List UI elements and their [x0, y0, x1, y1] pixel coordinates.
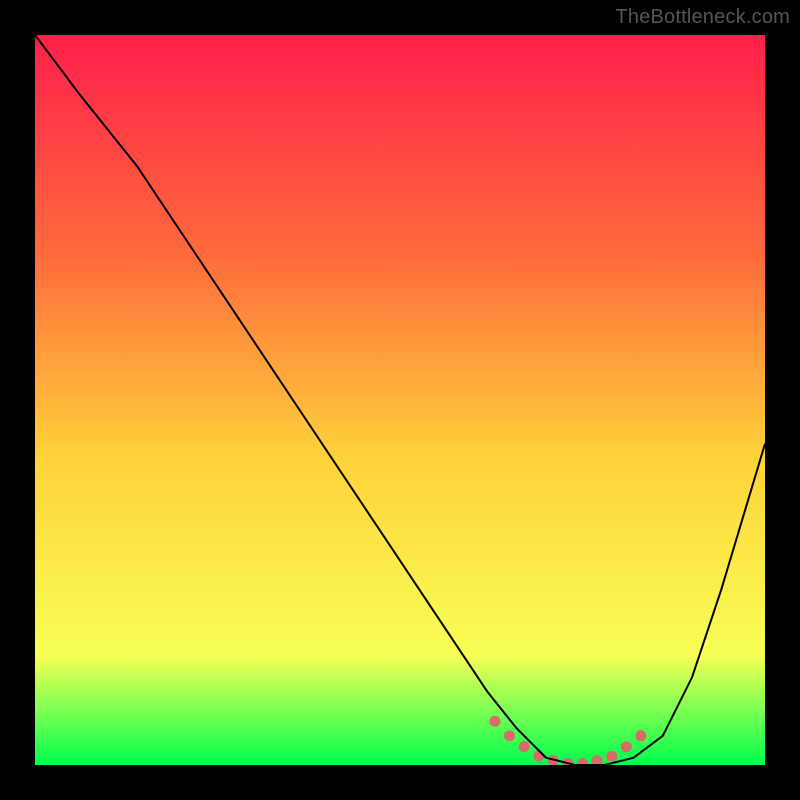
- trough-dot: [533, 751, 544, 762]
- trough-dot: [621, 741, 632, 752]
- trough-dot: [635, 730, 646, 741]
- chart-frame: TheBottleneck.com: [0, 0, 800, 800]
- trough-dot: [519, 741, 530, 752]
- trough-dot: [606, 751, 617, 762]
- gradient-bg: [35, 35, 765, 765]
- trough-dot: [489, 716, 500, 727]
- bottleneck-chart: [35, 35, 765, 765]
- watermark-text: TheBottleneck.com: [615, 6, 790, 29]
- trough-dot: [504, 730, 515, 741]
